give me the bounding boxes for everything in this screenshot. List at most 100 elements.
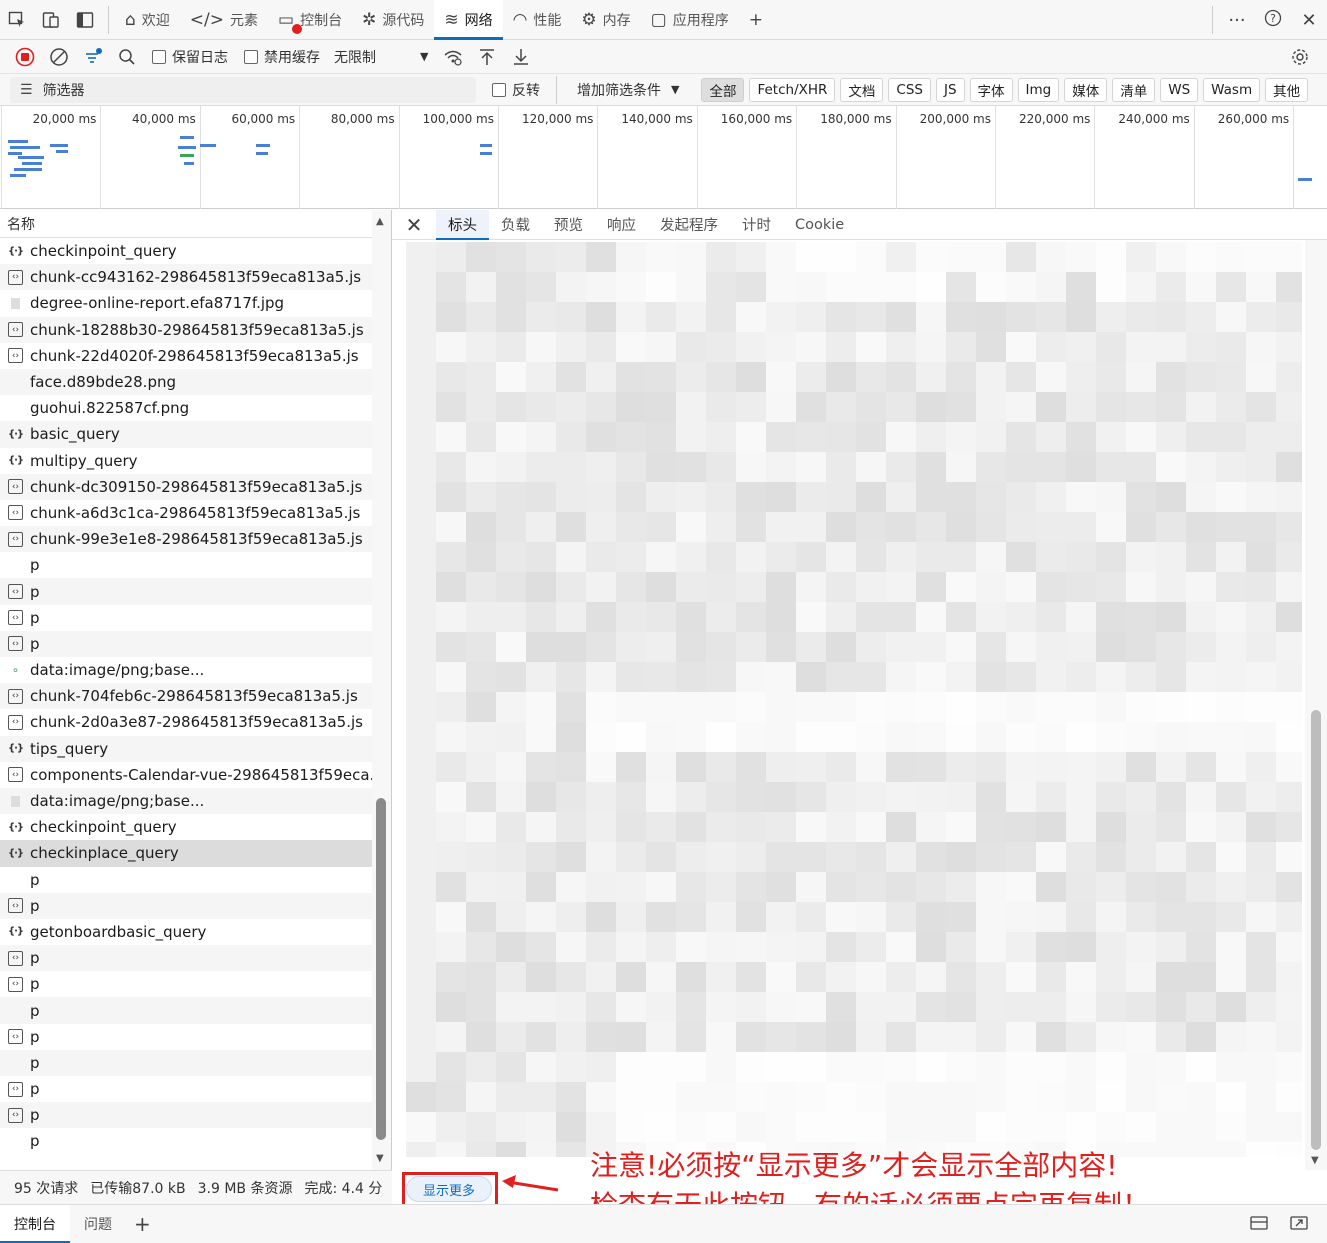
request-row[interactable]: chunk-cc943162-298645813f59eca813a5.js xyxy=(0,264,372,291)
detail-tab[interactable]: 预览 xyxy=(542,210,595,240)
request-row[interactable]: chunk-a6d3c1ca-298645813f59eca813a5.js xyxy=(0,500,372,526)
request-row[interactable]: checkinpoint_query xyxy=(0,238,372,264)
request-row[interactable]: chunk-18288b30-298645813f59eca813a5.js xyxy=(0,316,372,343)
import-har-icon[interactable] xyxy=(470,42,504,72)
tab-home[interactable]: ⌂ 欢迎 xyxy=(115,0,180,40)
tab-code[interactable]: </> 元素 xyxy=(180,0,268,40)
scroll-down-icon[interactable]: ▼ xyxy=(1311,1155,1319,1166)
scroll-up-icon[interactable]: ▲ xyxy=(376,216,384,227)
request-row[interactable]: p xyxy=(0,630,372,657)
request-row[interactable]: guohui.822587cf.png xyxy=(0,395,372,421)
filter-chip[interactable]: Fetch/XHR xyxy=(749,77,836,102)
record-stop-icon[interactable] xyxy=(8,42,42,72)
request-list-scrollbar[interactable]: ▲ ▼ xyxy=(372,210,391,1170)
invert-checkbox[interactable]: 反转 xyxy=(492,80,540,100)
tab-performance[interactable]: ◠ 性能 xyxy=(503,0,572,40)
request-row[interactable]: getonboardbasic_query xyxy=(0,919,372,945)
request-row[interactable]: chunk-2d0a3e87-298645813f59eca813a5.js xyxy=(0,709,372,735)
filter-chip[interactable]: 媒体 xyxy=(1064,77,1108,102)
request-row[interactable]: data:image/png;base... xyxy=(0,787,372,815)
request-row[interactable]: degree-online-report.efa8717f.jpg xyxy=(0,290,372,316)
detail-tab[interactable]: 标头 xyxy=(436,209,489,240)
close-devtools-icon[interactable]: ✕ xyxy=(1291,10,1327,31)
request-row[interactable]: p xyxy=(0,1076,372,1102)
add-filter-condition-button[interactable]: 增加筛选条件 ▼ xyxy=(577,80,679,100)
device-emulation-icon[interactable] xyxy=(34,0,68,40)
request-row[interactable]: chunk-dc309150-298645813f59eca813a5.js xyxy=(0,473,372,500)
filter-toggle-icon[interactable] xyxy=(76,42,110,72)
close-detail-icon[interactable]: ✕ xyxy=(392,213,436,237)
tab-wifi[interactable]: ≋ 网络 xyxy=(434,0,503,40)
request-row[interactable]: p xyxy=(0,552,372,578)
request-row[interactable]: chunk-704feb6c-298645813f59eca813a5.js xyxy=(0,683,372,710)
undock-icon[interactable] xyxy=(1279,1214,1319,1236)
settings-gear-icon[interactable] xyxy=(1283,42,1317,72)
request-row[interactable]: multipy_query xyxy=(0,448,372,474)
checkbox-box[interactable] xyxy=(492,82,506,97)
request-row[interactable]: p xyxy=(0,578,372,605)
filter-chip[interactable]: 清单 xyxy=(1112,77,1156,102)
request-row[interactable]: p xyxy=(0,892,372,919)
filter-chip[interactable]: WS xyxy=(1160,77,1199,102)
dock-icon[interactable] xyxy=(1239,1214,1279,1236)
filter-chip[interactable]: 其他 xyxy=(1265,77,1309,102)
more-options-icon[interactable]: ··· xyxy=(1219,10,1255,31)
filter-chip[interactable]: Img xyxy=(1017,77,1060,102)
toggle-sidebar-icon[interactable] xyxy=(68,0,102,40)
throttling-select[interactable]: 无限制 ▼ xyxy=(334,47,428,67)
filter-chip[interactable]: 全部 xyxy=(701,77,745,102)
detail-tab[interactable]: 发起程序 xyxy=(648,210,730,240)
help-icon[interactable]: ? xyxy=(1255,9,1291,32)
export-har-icon[interactable] xyxy=(504,42,538,72)
request-row[interactable]: tips_query xyxy=(0,735,372,762)
request-row[interactable]: checkinplace_query xyxy=(0,840,372,867)
drawer-tab[interactable]: 问题 xyxy=(70,1205,126,1243)
request-row[interactable]: p xyxy=(0,1049,372,1076)
tab-memory[interactable]: ⚙ 内存 xyxy=(571,0,640,40)
scrollbar-thumb[interactable] xyxy=(376,798,386,1140)
detail-scrollbar[interactable]: ▼ xyxy=(1305,240,1327,1170)
request-row[interactable]: checkinpoint_query xyxy=(0,814,372,840)
request-row[interactable]: p xyxy=(0,945,372,972)
scroll-down-icon[interactable]: ▼ xyxy=(376,1153,384,1164)
request-row[interactable]: face.d89bde28.png xyxy=(0,368,372,396)
filter-chip[interactable]: CSS xyxy=(888,77,931,102)
filter-input[interactable]: ☰ 筛选器 xyxy=(10,76,476,103)
request-row[interactable]: p xyxy=(0,1128,372,1154)
request-row[interactable]: p xyxy=(0,1102,372,1129)
request-row[interactable]: basic_query xyxy=(0,421,372,448)
request-row[interactable]: data:image/png;base... xyxy=(0,657,372,683)
clear-icon[interactable] xyxy=(42,42,76,72)
request-row[interactable]: chunk-22d4020f-298645813f59eca813a5.js xyxy=(0,343,372,369)
checkbox-box[interactable] xyxy=(244,49,258,64)
detail-tab[interactable]: 响应 xyxy=(595,210,648,240)
filter-chip[interactable]: Wasm xyxy=(1203,77,1261,102)
network-conditions-icon[interactable] xyxy=(436,42,470,72)
request-row[interactable]: p xyxy=(0,997,372,1024)
search-icon[interactable] xyxy=(110,42,144,72)
tab-console[interactable]: ▭ 控制台 xyxy=(268,0,352,40)
filter-chip[interactable]: JS xyxy=(935,77,965,102)
preserve-log-checkbox[interactable]: 保留日志 xyxy=(152,47,228,67)
detail-tab[interactable]: Cookie xyxy=(783,210,856,240)
show-more-button[interactable]: 显示更多 xyxy=(406,1176,492,1202)
checkbox-box[interactable] xyxy=(152,49,166,64)
filter-chip[interactable]: 字体 xyxy=(969,77,1013,102)
request-row[interactable]: p xyxy=(0,867,372,893)
detail-tab[interactable]: 负载 xyxy=(489,210,542,240)
detail-tab[interactable]: 计时 xyxy=(730,210,783,240)
request-row[interactable]: components-Calendar-vue-298645813f59eca.… xyxy=(0,762,372,788)
timeline-overview[interactable]: 20,000 ms 40,000 ms 60,000 ms 80,000 ms 100,… xyxy=(0,106,1327,209)
request-row[interactable]: p xyxy=(0,971,372,997)
request-row[interactable]: p xyxy=(0,605,372,631)
request-row[interactable]: chunk-99e3e1e8-298645813f59eca813a5.js xyxy=(0,526,372,553)
tab-bug[interactable]: ✲ 源代码 xyxy=(352,0,434,40)
name-column-header[interactable]: 名称 xyxy=(0,210,372,238)
disable-cache-checkbox[interactable]: 禁用缓存 xyxy=(244,47,320,67)
inspect-element-icon[interactable] xyxy=(0,0,34,40)
add-tool-button[interactable]: + xyxy=(739,0,779,40)
plus-icon[interactable]: + xyxy=(134,1212,151,1236)
filter-chip[interactable]: 文档 xyxy=(840,77,884,102)
tab-application[interactable]: ▢ 应用程序 xyxy=(641,0,739,40)
drawer-tab[interactable]: 控制台 xyxy=(0,1204,70,1243)
